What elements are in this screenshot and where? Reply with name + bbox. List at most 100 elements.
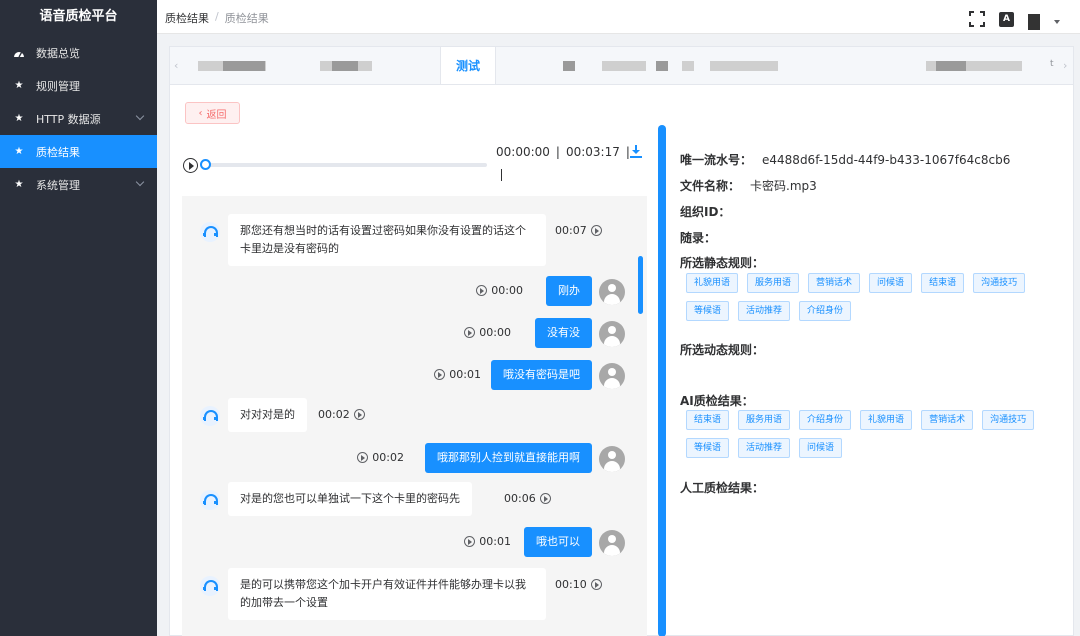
chevron-down-icon (135, 177, 145, 187)
user-avatar-icon (599, 321, 625, 347)
rule-tag: 沟通技巧 (973, 273, 1026, 293)
tab-redacted[interactable] (332, 61, 358, 71)
fullscreen-icon[interactable] (969, 11, 985, 27)
sidebar-item-label: 质检结果 (36, 145, 80, 159)
message-timestamp[interactable]: 00:01 (434, 368, 481, 381)
rule-tag: 服务用语 (738, 410, 791, 430)
rule-tag: 结束语 (921, 273, 965, 293)
rule-tag: 活动推荐 (738, 438, 791, 458)
play-icon[interactable] (539, 493, 551, 504)
star-icon: ★ (14, 80, 24, 91)
rule-tag: 服务用语 (747, 273, 800, 293)
language-icon[interactable]: A (999, 11, 1014, 27)
message-timestamp[interactable]: 00:06 (504, 492, 551, 505)
sidebar-item-label: HTTP 数据源 (36, 112, 101, 126)
play-icon[interactable] (183, 158, 198, 173)
breadcrumb-item[interactable]: 质检结果 (165, 10, 209, 26)
message-timestamp[interactable]: 00:02 (357, 451, 404, 464)
agent-message-bubble: 对对对是的 (228, 398, 307, 432)
message-timestamp[interactable]: 00:10 (555, 578, 602, 591)
sidebar-item-system[interactable]: ★ 系统管理 (0, 168, 157, 201)
chevron-left-icon: ‹ (198, 107, 203, 119)
rule-tag: 礼貌用语 (860, 410, 913, 430)
user-avatar-icon (599, 530, 625, 556)
message-timestamp[interactable]: 00:07 (555, 224, 602, 237)
conversation-transcript[interactable]: 那您还有想当时的话有设置过密码如果你没有设置的话这个卡里边是没有密码的 00:0… (182, 196, 647, 636)
message-timestamp[interactable]: 00:00 (464, 326, 511, 339)
filename-label: 文件名称： (680, 179, 741, 193)
play-icon[interactable] (353, 409, 365, 420)
message-timestamp[interactable]: 00:01 (464, 535, 511, 548)
customer-message-bubble: 哦那那别人捡到就直接能用啊 (425, 443, 592, 473)
dynamic-rules-label: 所选动态规则： (680, 343, 765, 357)
sidebar: 语音质检平台 数据总览 ★ 规则管理 ★ HTTP 数据源 ★ 质检结果 ★ 系… (0, 0, 157, 636)
message-timestamp[interactable]: 00:00 (476, 284, 523, 297)
sidebar-item-results[interactable]: ★ 质检结果 (0, 135, 157, 168)
tab-close-icon[interactable]: t (1050, 59, 1058, 71)
tab-redacted[interactable] (602, 61, 646, 71)
play-icon[interactable] (434, 369, 446, 380)
download-icon[interactable] (629, 144, 643, 158)
tab-redacted[interactable] (563, 61, 575, 71)
ai-results-label: AI质检结果： (680, 394, 754, 408)
text-cursor (501, 169, 502, 181)
tab-redacted[interactable] (656, 61, 668, 71)
detail-filename: 文件名称： 卡密码.mp3 (680, 177, 817, 194)
sidebar-item-rules[interactable]: ★ 规则管理 (0, 69, 157, 102)
tab-scroll-left-icon[interactable]: ‹ (174, 59, 182, 72)
detail-org-id: 组织ID： (680, 203, 730, 220)
header-actions: A (969, 8, 1060, 30)
brand-title: 语音质检平台 (39, 9, 118, 24)
play-icon[interactable] (464, 536, 476, 547)
tab-bar: ‹ 测试 t › (169, 46, 1074, 85)
customer-message-bubble: 哦也可以 (524, 527, 592, 557)
rule-tag: 礼貌用语 (686, 273, 739, 293)
agent-message-bubble: 那您还有想当时的话有设置过密码如果你没有设置的话这个卡里边是没有密码的 (228, 214, 546, 266)
rule-tag: 营销话术 (921, 410, 974, 430)
play-icon[interactable] (590, 225, 602, 236)
sidebar-item-http-source[interactable]: ★ HTTP 数据源 (0, 102, 157, 135)
audio-progress-handle[interactable] (200, 159, 211, 170)
tab-redacted[interactable] (936, 61, 966, 71)
record-label: 随录： (680, 231, 717, 245)
tab-scroll-right-icon[interactable]: › (1063, 59, 1071, 72)
star-icon: ★ (14, 113, 24, 124)
tab-redacted[interactable] (223, 61, 265, 71)
customer-message-bubble: 刚办 (546, 276, 592, 306)
transcript-scrollbar[interactable] (638, 256, 643, 314)
back-button[interactable]: ‹ 返回 (185, 102, 240, 124)
user-avatar-icon (599, 446, 625, 472)
user-avatar-icon (599, 279, 625, 305)
agent-message-bubble: 是的可以携带您这个加卡开户有效证件并件能够办理卡以我的加带去一个设置 (228, 568, 546, 620)
customer-message-bubble: 没有没 (535, 318, 592, 348)
org-id-label: 组织ID： (680, 205, 731, 219)
message-timestamp[interactable]: 00:02 (318, 408, 365, 421)
filename-value: 卡密码.mp3 (750, 179, 817, 193)
play-icon[interactable] (476, 285, 488, 296)
audio-total-time: 00:03:17 (565, 145, 620, 159)
agent-headset-icon (200, 576, 220, 596)
tab-active[interactable]: 测试 (440, 47, 496, 85)
rule-tag: 问候语 (799, 438, 843, 458)
play-icon[interactable] (590, 579, 602, 590)
play-icon[interactable] (357, 452, 369, 463)
back-button-label: 返回 (206, 109, 227, 121)
rule-tag: 介绍身份 (799, 301, 852, 321)
panel-scrollbar[interactable] (658, 125, 666, 636)
result-panel: ‹ 返回 00:00:00 | 00:03:17 | 那您还有想当时的话有设置过… (169, 84, 1074, 636)
detail-record: 随录： (680, 229, 716, 246)
detail-static-rules: 所选静态规则： (680, 254, 764, 271)
avatar[interactable] (1028, 14, 1040, 30)
agent-headset-icon (200, 222, 220, 242)
sidebar-item-overview[interactable]: 数据总览 (0, 36, 157, 69)
user-avatar-icon (599, 363, 625, 389)
tab-redacted[interactable] (710, 61, 778, 71)
audio-progress-bar[interactable] (200, 159, 487, 170)
serial-value: e4488d6f-15dd-44f9-b433-1067f64c8cb6 (762, 153, 1011, 167)
play-icon[interactable] (464, 327, 476, 338)
star-icon: ★ (14, 179, 24, 190)
caret-down-icon[interactable] (1054, 20, 1060, 24)
dashboard-icon (12, 46, 26, 60)
panel-scrollbar-thumb[interactable] (658, 125, 666, 636)
tab-redacted[interactable] (682, 61, 694, 71)
